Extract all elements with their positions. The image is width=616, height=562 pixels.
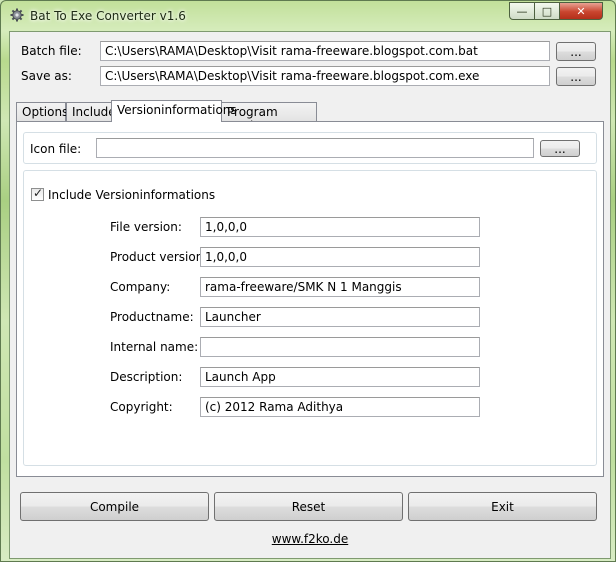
title-bar[interactable]: Bat To Exe Converter v1.6 — □ ✕: [1, 1, 615, 31]
product-version-label: Product version:: [110, 250, 208, 264]
save-as-input[interactable]: C:\Users\RAMA\Desktop\Visit rama-freewar…: [100, 66, 550, 86]
company-label: Company:: [110, 280, 171, 294]
reset-button[interactable]: Reset: [214, 492, 403, 521]
close-icon: ✕: [576, 4, 586, 18]
internal-name-label: Internal name:: [110, 340, 199, 354]
file-version-label: File version:: [110, 220, 182, 234]
include-versioninfo-checkbox[interactable]: ✓: [31, 186, 44, 201]
versioninformations-panel: Icon file: ... ✓ Include Versioninformat…: [16, 121, 604, 477]
product-version-input[interactable]: 1,0,0,0: [200, 247, 480, 267]
icon-file-label: Icon file:: [30, 142, 82, 156]
minimize-button[interactable]: —: [509, 2, 535, 20]
copyright-label: Copyright:: [110, 400, 173, 414]
app-window: Bat To Exe Converter v1.6 — □ ✕ Batch fi…: [0, 0, 616, 562]
version-info-group: ✓ Include Versioninformations File versi…: [23, 170, 597, 466]
icon-file-input[interactable]: [96, 138, 534, 158]
batch-file-browse-button[interactable]: ...: [556, 42, 596, 61]
description-label: Description:: [110, 370, 183, 384]
icon-file-browse-button[interactable]: ...: [540, 140, 580, 157]
include-versioninfo-label: Include Versioninformations: [48, 188, 216, 202]
icon-file-group: Icon file: ...: [23, 132, 597, 164]
tab-include[interactable]: Include: [66, 102, 116, 121]
file-version-input[interactable]: 1,0,0,0: [200, 217, 480, 237]
tab-versioninformations[interactable]: Versioninformations: [111, 100, 237, 122]
batch-file-input[interactable]: C:\Users\RAMA\Desktop\Visit rama-freewar…: [100, 41, 550, 61]
client-area: Batch file: C:\Users\RAMA\Desktop\Visit …: [9, 31, 611, 559]
save-as-label: Save as:: [21, 69, 72, 83]
company-input[interactable]: rama-freeware/SMK N 1 Manggis: [200, 277, 480, 297]
maximize-icon: □: [541, 4, 553, 18]
close-button[interactable]: ✕: [559, 2, 603, 20]
checkmark-icon: ✓: [33, 186, 44, 200]
save-as-browse-button[interactable]: ...: [556, 67, 596, 86]
tab-options[interactable]: Options: [16, 102, 68, 121]
website-link[interactable]: www.f2ko.de: [10, 532, 610, 546]
minimize-icon: —: [516, 4, 528, 18]
gear-icon[interactable]: [10, 8, 24, 22]
productname-input[interactable]: Launcher: [200, 307, 480, 327]
window-title: Bat To Exe Converter v1.6: [30, 9, 186, 23]
productname-label: Productname:: [110, 310, 194, 324]
copyright-input[interactable]: (c) 2012 Rama Adithya: [200, 397, 480, 417]
description-input[interactable]: Launch App: [200, 367, 480, 387]
exit-button[interactable]: Exit: [408, 492, 597, 521]
internal-name-input[interactable]: [200, 337, 480, 357]
maximize-button[interactable]: □: [534, 2, 560, 20]
compile-button[interactable]: Compile: [20, 492, 209, 521]
batch-file-label: Batch file:: [21, 44, 82, 58]
